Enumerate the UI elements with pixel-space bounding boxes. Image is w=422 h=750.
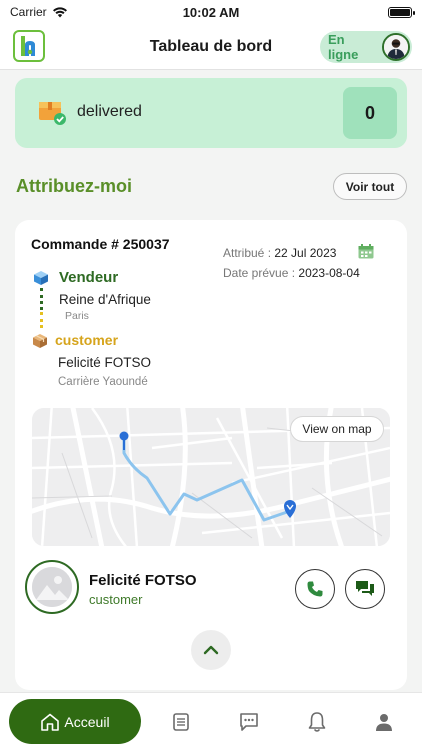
customer-box-icon — [33, 334, 47, 348]
route-dots-green — [40, 288, 43, 310]
call-button[interactable] — [295, 569, 335, 609]
tab-home[interactable]: Acceuil — [9, 699, 141, 744]
customer-name: Felicité FOTSO — [58, 355, 152, 370]
assigned-date: 22 Jul 2023 — [274, 246, 337, 260]
phone-icon — [307, 581, 323, 597]
wifi-icon — [52, 7, 67, 18]
app-logo — [13, 30, 45, 62]
order-card[interactable]: Commande # 250037 Attribué : 22 Jul 2023… — [15, 220, 407, 690]
expand-button[interactable] — [191, 630, 231, 670]
delivered-label: delivered — [77, 103, 142, 120]
chat-button[interactable] — [345, 569, 385, 609]
page-title: Tableau de bord — [149, 37, 273, 55]
status-bar: Carrier 10:02 AM — [0, 0, 422, 24]
assigned-label: Attribué : — [223, 246, 272, 260]
due-date: 2023-08-04 — [298, 266, 360, 280]
vendor-title: Vendeur — [59, 269, 119, 286]
due-label: Date prévue : — [223, 266, 296, 280]
battery-icon — [388, 6, 415, 18]
avatar[interactable] — [382, 33, 410, 61]
customer-title: customer — [55, 332, 119, 348]
see-all-button[interactable]: Voir tout — [333, 173, 407, 200]
image-placeholder-icon — [32, 567, 72, 607]
chat-bubbles-icon — [356, 581, 374, 596]
calendar-icon — [358, 244, 374, 259]
delivered-box-icon — [39, 102, 66, 125]
section-title: Attribuez-moi — [16, 176, 132, 196]
bell-icon[interactable] — [306, 711, 328, 733]
contact-role: customer — [89, 592, 143, 607]
delivered-stat-card[interactable]: delivered 0 — [15, 78, 407, 148]
chat-icon[interactable] — [238, 711, 260, 733]
chevron-up-icon — [203, 645, 219, 655]
tab-home-label: Acceuil — [64, 713, 110, 730]
route-dots-yellow — [40, 312, 43, 328]
user-icon[interactable] — [373, 711, 395, 733]
status-left: Carrier — [10, 5, 68, 19]
online-status-toggle[interactable]: En ligne — [320, 31, 412, 63]
delivered-count: 0 — [343, 87, 397, 139]
customer-avatar[interactable] — [25, 560, 79, 614]
list-icon[interactable] — [170, 711, 192, 733]
online-status-label: En ligne — [328, 32, 359, 62]
assigned-date-row: Attribué : 22 Jul 2023 — [223, 246, 336, 260]
vendor-city: Paris — [65, 310, 89, 322]
contact-name: Felicité FOTSO — [89, 572, 197, 589]
vendor-cube-icon — [34, 271, 48, 285]
home-icon — [41, 713, 60, 731]
app-header: Tableau de bord En ligne — [0, 24, 422, 70]
carrier-label: Carrier — [10, 5, 47, 19]
due-date-row: Date prévue : 2023-08-04 — [223, 266, 360, 280]
vendor-name: Reine d'Afrique — [59, 292, 151, 307]
order-number: Commande # 250037 — [31, 236, 170, 252]
customer-address: Carrière Yaoundé — [58, 376, 148, 388]
view-on-map-button[interactable]: View on map — [290, 416, 384, 442]
route-map[interactable]: View on map — [32, 408, 390, 546]
bottom-tab-bar: Acceuil — [0, 692, 422, 750]
